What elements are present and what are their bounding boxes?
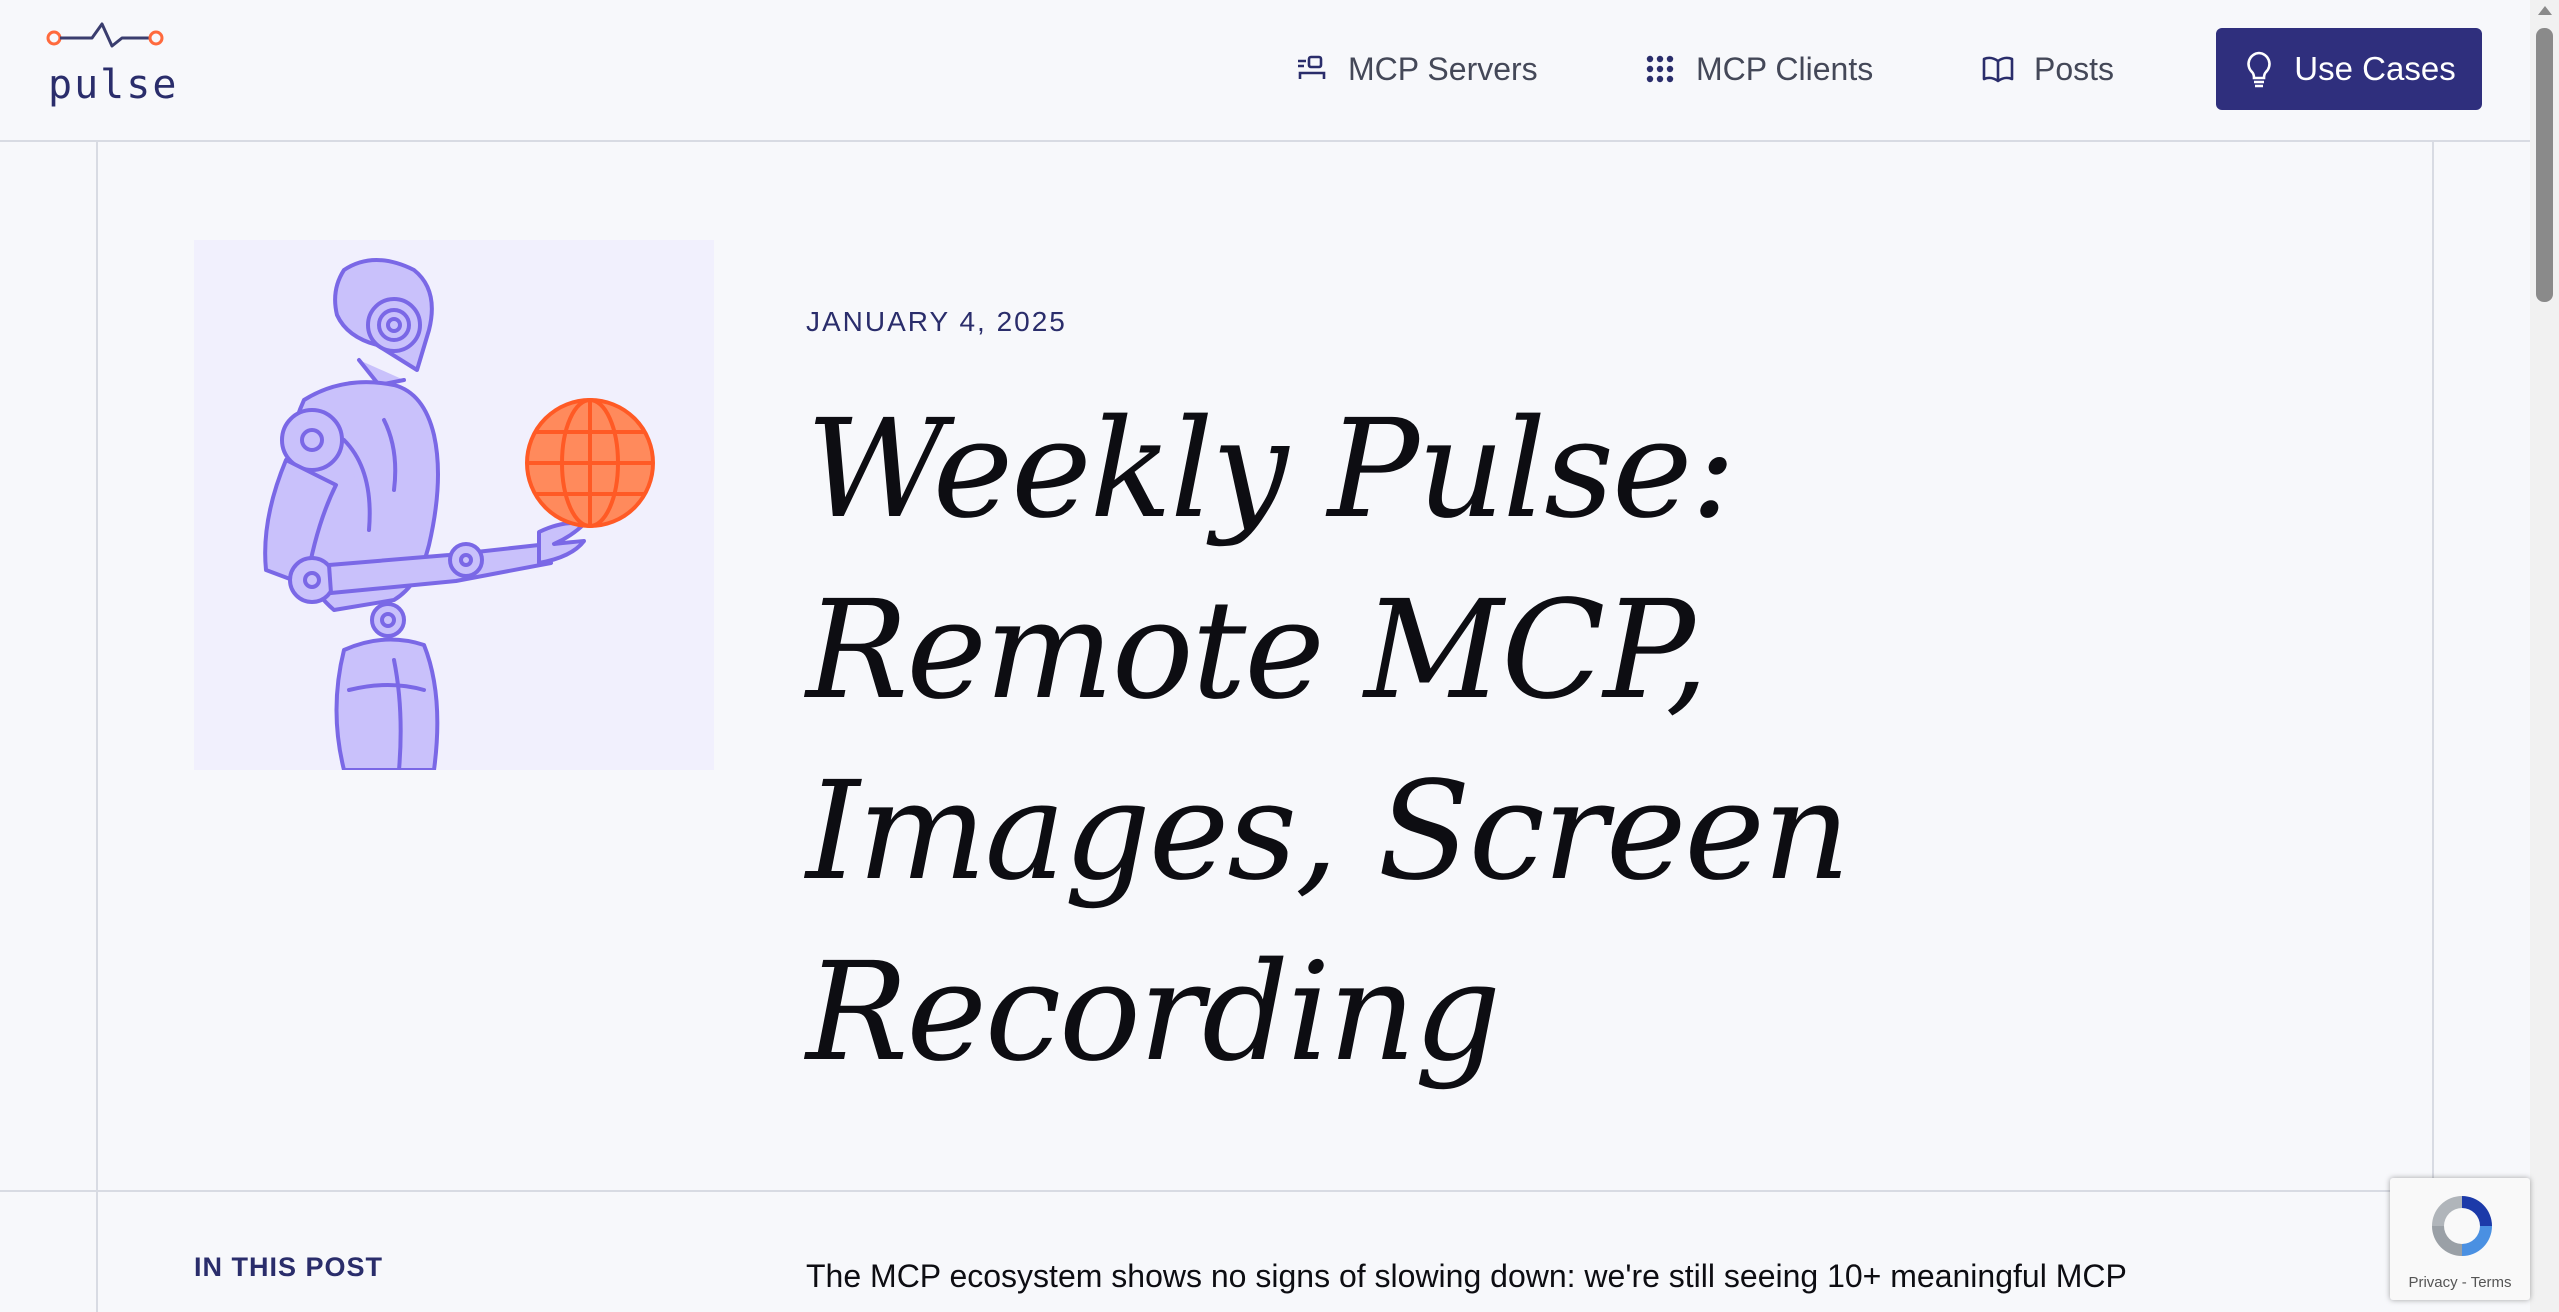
scroll-up-arrow-icon[interactable] [2538,6,2552,15]
frame-line-left [96,142,98,1312]
server-user-icon [1298,55,1326,79]
lightbulb-icon [2247,51,2271,88]
post-title: Weekly Pulse: Remote MCP, Images, Screen… [806,391,1850,1092]
grid-dots-icon [1646,55,1674,83]
nav-mcp-clients[interactable]: MCP Clients [1642,44,1873,94]
scroll-thumb[interactable] [2536,28,2553,302]
recaptcha-badge[interactable]: Privacy - Terms [2390,1178,2530,1300]
site-header: pulse MCP Servers MCP Clients Posts Use … [0,0,2530,142]
recaptcha-separator: - [2457,1274,2471,1291]
page: pulse MCP Servers MCP Clients Posts Use … [0,0,2559,1312]
frame-line-right [2432,142,2434,1178]
scrollbar[interactable] [2530,0,2559,1312]
use-cases-button[interactable]: Use Cases [2216,28,2482,110]
recaptcha-links: Privacy - Terms [2390,1274,2530,1291]
nav-posts[interactable]: Posts [1980,44,2114,94]
post-date: JANUARY 4, 2025 [806,306,1067,337]
section-divider [0,1190,2530,1192]
recaptcha-privacy-link[interactable]: Privacy [2408,1274,2457,1291]
logo-text: pulse [48,62,179,108]
nav-label: MCP Servers [1348,50,1538,87]
hero-illustration [194,240,714,772]
nav-mcp-servers[interactable]: MCP Servers [1294,44,1538,94]
post-intro: The MCP ecosystem shows no signs of slow… [806,1258,2127,1294]
robot-holding-globe-image [263,258,655,772]
pulse-wave-icon [46,22,164,48]
logo[interactable]: pulse [46,20,176,110]
recaptcha-terms-link[interactable]: Terms [2471,1274,2512,1291]
toc-heading: IN THIS POST [194,1252,384,1282]
nav-label: MCP Clients [1696,50,1874,87]
nav-label: Posts [2034,50,2115,87]
recaptcha-logo-icon [2432,1196,2492,1256]
use-cases-label: Use Cases [2294,50,2456,87]
book-open-icon [1982,56,2014,83]
